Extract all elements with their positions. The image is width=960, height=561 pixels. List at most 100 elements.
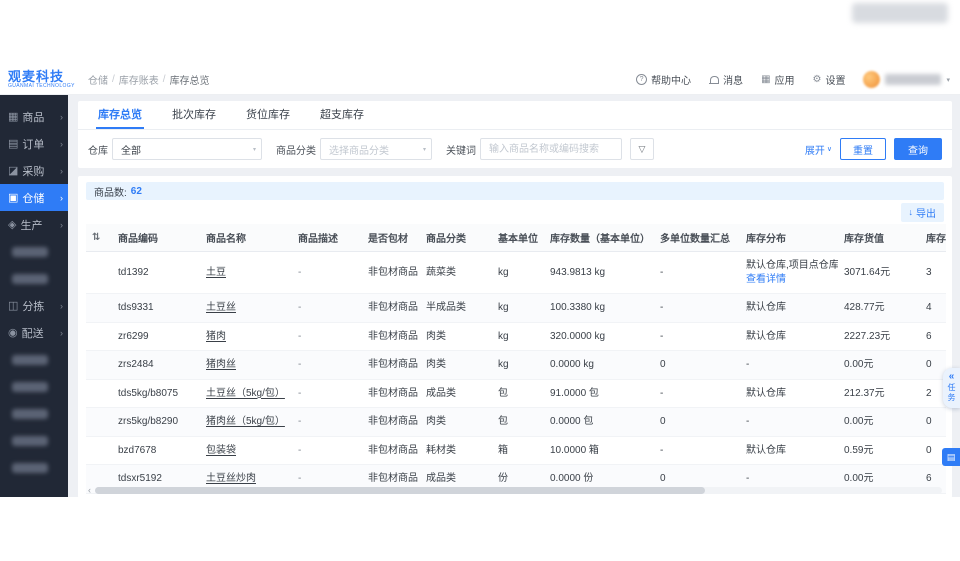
column-header-0[interactable]: 商品编码 [112, 224, 200, 252]
sidebar-item-warehouse[interactable]: ▣ 仓储 › [0, 184, 68, 211]
column-header-3[interactable]: 是否包材 [362, 224, 420, 252]
column-header-9[interactable]: 库存货值 [838, 224, 920, 252]
sidebar-item-orders[interactable]: ▤ 订单 › [0, 130, 68, 157]
sidebar-item-purchase[interactable]: ◪ 采购 › [0, 157, 68, 184]
tab-2[interactable]: 货位库存 [244, 101, 292, 129]
sidebar-item-blurred-1[interactable] [0, 238, 68, 265]
table-row: tds9331 土豆丝 - 非包材商品 半成品类 kg 100.3380 kg - 默认仓库 42… [86, 293, 946, 323]
sidebar-item-blurred-6[interactable] [0, 427, 68, 454]
tab-3[interactable]: 超支库存 [318, 101, 366, 129]
table-toolbar: ↓ 导出 [86, 200, 944, 224]
product-name-link[interactable]: 土豆丝炒肉 [206, 473, 256, 484]
cell-is-packaging: 非包材商品 [362, 436, 420, 465]
row-handle-cell [86, 407, 112, 437]
sidebar-item-blurred-3[interactable] [0, 346, 68, 373]
float-widget-button[interactable]: ▤ [942, 448, 960, 466]
column-header-5[interactable]: 基本单位 [492, 224, 544, 252]
breadcrumb-item[interactable]: 库存账表 [119, 72, 159, 87]
horizontal-scrollbar[interactable]: ‹ [88, 486, 942, 495]
column-header-8[interactable]: 库存分布 [740, 224, 838, 252]
funnel-icon: ▽ [638, 143, 646, 154]
scrollbar-thumb[interactable] [95, 487, 705, 494]
cell-is-packaging: 非包材商品 [362, 251, 420, 294]
tab-0[interactable]: 库存总览 [96, 101, 144, 129]
sidebar-item-label: 配送 [21, 327, 44, 340]
blurred-menu-label [12, 246, 48, 257]
chevron-right-icon: › [60, 165, 63, 176]
messages-button[interactable]: 消息 [709, 72, 743, 87]
tab-1[interactable]: 批次库存 [170, 101, 218, 129]
column-header-10[interactable]: 库存 [920, 224, 946, 252]
scrollbar-track[interactable] [95, 487, 942, 494]
product-name-link[interactable]: 猪肉丝（5kg/包） [206, 416, 285, 427]
app-root: 观麦科技 GUANMAI TECHNOLOGY 仓储/库存账表/库存总览 帮助中… [0, 0, 960, 561]
sidebar-item-production[interactable]: ◈ 生产 › [0, 211, 68, 238]
chevron-right-icon: › [60, 219, 63, 230]
settings-button[interactable]: ⚙ 设置 [813, 72, 846, 87]
filter-funnel-button[interactable]: ▽ [630, 138, 654, 160]
cell-clipped-column: 3 [920, 251, 946, 294]
sort-toggle[interactable]: ⇅ [86, 224, 112, 252]
sidebar-item-goods[interactable]: ▦ 商品 › [0, 103, 68, 130]
view-detail-link[interactable]: 查看详情 [746, 274, 786, 285]
logo-subtext: GUANMAI TECHNOLOGY [8, 83, 75, 89]
cell-category: 成品类 [420, 379, 492, 408]
table-row: zrs5kg/b8290 猪肉丝（5kg/包） - 非包材商品 肉类包 0.0000 包0… [86, 407, 946, 437]
purchase-icon: ◪ [8, 165, 19, 177]
breadcrumb-separator: / [112, 74, 115, 85]
sidebar-item-blurred-2[interactable] [0, 265, 68, 292]
help-center-button[interactable]: 帮助中心 [636, 72, 691, 87]
cell-base-unit: 包 [492, 407, 544, 437]
category-select[interactable]: 选择商品分类 ▾ [320, 138, 432, 160]
tasks-panel-toggle[interactable]: « 任务 [943, 368, 960, 408]
cell-base-unit: kg [492, 350, 544, 380]
sidebar-item-delivery[interactable]: ◉ 配送 › [0, 319, 68, 346]
sidebar-item-sorting[interactable]: ◫ 分拣 › [0, 292, 68, 319]
column-header-2[interactable]: 商品描述 [292, 224, 362, 252]
sidebar-item-blurred-4[interactable] [0, 373, 68, 400]
apps-button[interactable]: ▦ 应用 [761, 72, 794, 87]
chevron-right-icon: › [60, 327, 63, 338]
table-header-row: ⇅ 商品编码 商品名称 商品描述 是否包材 商品分类 基本单位 库存数量（基本单位） 多单位数量… [86, 224, 946, 252]
export-button[interactable]: ↓ 导出 [900, 202, 944, 222]
sidebar-item-blurred-5[interactable] [0, 400, 68, 427]
column-header-1[interactable]: 商品名称 [200, 224, 292, 252]
apps-label: 应用 [774, 76, 795, 87]
warehouse-select[interactable]: 全部 ▾ [112, 138, 262, 160]
reset-button[interactable]: 重置 [840, 138, 886, 160]
product-name-link[interactable]: 土豆 [206, 267, 226, 278]
expand-toggle[interactable]: 展开 ∨ [805, 142, 832, 157]
product-name-link[interactable]: 土豆丝 [206, 302, 236, 313]
keyword-input[interactable] [480, 138, 622, 160]
tasks-label: 任务 [947, 383, 956, 403]
column-header-4[interactable]: 商品分类 [420, 224, 492, 252]
cell-category: 耗材类 [420, 436, 492, 465]
logo: 观麦科技 GUANMAI TECHNOLOGY [0, 70, 78, 89]
product-name-link[interactable]: 猪肉 [206, 331, 226, 342]
cell-multi-unit-total: 0 [654, 350, 740, 380]
cell-multi-unit-total: - [654, 322, 740, 351]
cell-stock-value: 428.77元 [838, 293, 920, 323]
sidebar-item-label: 采购 [22, 165, 45, 178]
product-name-link[interactable]: 土豆丝（5kg/包） [206, 388, 285, 399]
breadcrumb-item[interactable]: 仓储 [88, 72, 108, 87]
chevron-down-icon: ▾ [252, 146, 256, 153]
download-icon: ↓ [908, 207, 914, 217]
row-handle-cell [86, 251, 112, 294]
table-row: bzd7678 包装袋 - 非包材商品 耗材类箱 10.0000 箱 - 默认仓库 0.59元 0 [86, 436, 946, 465]
settings-label: 设置 [825, 76, 846, 87]
blurred-menu-label [12, 462, 48, 473]
row-handle-cell [86, 436, 112, 465]
cell-stock-value: 212.37元 [838, 379, 920, 408]
user-menu[interactable]: ▾ [863, 71, 950, 88]
search-button[interactable]: 查询 [894, 138, 942, 160]
column-header-7[interactable]: 多单位数量汇总 [654, 224, 740, 252]
scroll-left-arrow-icon[interactable]: ‹ [88, 486, 91, 495]
sidebar-item-blurred-7[interactable] [0, 454, 68, 481]
product-name-link[interactable]: 猪肉丝 [206, 359, 236, 370]
breadcrumb: 仓储 / 库存账表 / 库存总览 [88, 72, 210, 87]
row-handle-cell [86, 322, 112, 351]
cell-stock-distribution: 默认仓库 [740, 379, 838, 408]
product-name-link[interactable]: 包装袋 [206, 445, 236, 456]
column-header-6[interactable]: 库存数量（基本单位） [544, 224, 654, 252]
